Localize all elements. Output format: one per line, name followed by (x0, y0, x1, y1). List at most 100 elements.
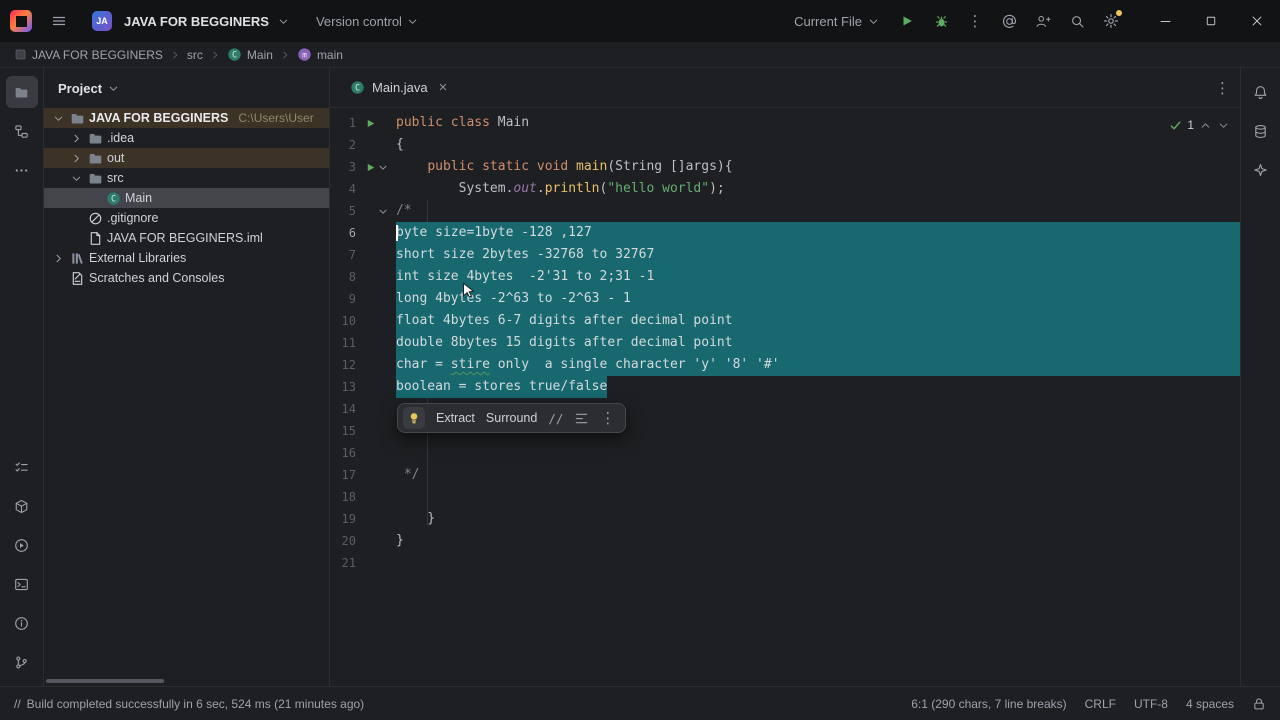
line-number[interactable]: 14 (330, 398, 356, 420)
add-user-button[interactable] (1028, 6, 1058, 36)
surround-button[interactable]: Surround (486, 411, 537, 425)
code-line[interactable]: 1 public class Main (330, 112, 1240, 134)
tree-item-out[interactable]: out (44, 148, 329, 168)
run-button[interactable] (892, 6, 922, 36)
line-number[interactable]: 20 (330, 530, 356, 552)
next-problem-icon[interactable] (1217, 119, 1230, 132)
code-line[interactable]: 8 int size 4bytes -2'31 to 2;31 -1 (330, 266, 1240, 288)
line-number[interactable]: 12 (330, 354, 356, 376)
tree-item-java-for-begginers[interactable]: JAVA FOR BEGGINERS C:\Users\User (44, 108, 329, 128)
line-number[interactable]: 6 (330, 222, 356, 244)
more-actions-button[interactable]: ⋮ (960, 6, 990, 36)
maximize-button[interactable] (1188, 0, 1234, 42)
line-number[interactable]: 11 (330, 332, 356, 354)
breadcrumb-item-main[interactable]: m main (295, 47, 345, 62)
line-number[interactable]: 8 (330, 266, 356, 288)
chevron-right-icon[interactable] (50, 252, 66, 265)
line-number[interactable]: 19 (330, 508, 356, 530)
code-cell[interactable] (396, 552, 1240, 574)
chevron-down-icon[interactable] (107, 82, 120, 95)
at-menu-button[interactable] (994, 6, 1024, 36)
close-tab-icon[interactable]: × (439, 80, 448, 95)
code-line[interactable]: 4 System.out.println("hello world"); (330, 178, 1240, 200)
code-line[interactable]: 5 /* (330, 200, 1240, 222)
tree-item-src[interactable]: src (44, 168, 329, 188)
code-cell[interactable] (396, 442, 1240, 464)
more-tool-button[interactable] (6, 154, 38, 186)
line-number[interactable]: 3 (330, 156, 356, 178)
search-everywhere-button[interactable] (1062, 6, 1092, 36)
notifications-tool-button[interactable] (1245, 76, 1277, 108)
code-line[interactable]: 12 char = stire only a single character '… (330, 354, 1240, 376)
project-tool-button[interactable] (5, 76, 38, 108)
code-line[interactable]: 19 } (330, 508, 1240, 530)
tree-item-idea[interactable]: .idea (44, 128, 329, 148)
file-encoding[interactable]: UTF-8 (1134, 697, 1168, 711)
run-config-selector[interactable]: Current File (794, 14, 880, 29)
code-cell[interactable]: /* (396, 200, 1240, 222)
line-number[interactable]: 15 (330, 420, 356, 442)
code-line[interactable]: 3 public static void main(String []args)… (330, 156, 1240, 178)
run-gutter-icon[interactable] (364, 162, 376, 173)
line-number[interactable]: 13 (330, 376, 356, 398)
code-line[interactable]: 20} (330, 530, 1240, 552)
code-line[interactable]: 9 long 4bytes -2^63 to -2^63 - 1 (330, 288, 1240, 310)
line-separator[interactable]: CRLF (1085, 697, 1116, 711)
comment-block-button[interactable] (574, 411, 589, 426)
code-cell[interactable]: char = stire only a single character 'y'… (396, 354, 1240, 376)
database-tool-button[interactable] (1245, 115, 1277, 147)
code-cell[interactable]: } (396, 508, 1240, 530)
prev-problem-icon[interactable] (1199, 119, 1212, 132)
code-cell[interactable]: int size 4bytes -2'31 to 2;31 -1 (396, 266, 1240, 288)
version-control-tool-button[interactable] (6, 646, 38, 678)
line-number[interactable]: 18 (330, 486, 356, 508)
terminal-tool-button[interactable] (6, 568, 38, 600)
tree-item-gitignore[interactable]: .gitignore (44, 208, 329, 228)
code-cell[interactable]: short size 2bytes -32768 to 32767 (396, 244, 1240, 266)
code-cell[interactable]: public static void main(String []args){ (396, 156, 1240, 178)
indent-config[interactable]: 4 spaces (1186, 697, 1234, 711)
debug-button[interactable] (926, 6, 956, 36)
line-number[interactable]: 7 (330, 244, 356, 266)
build-status-message[interactable]: // Build completed successfully in 6 sec… (14, 697, 364, 711)
code-line[interactable]: 7 short size 2bytes -32768 to 32767 (330, 244, 1240, 266)
extract-button[interactable]: Extract (436, 411, 475, 425)
tree-item-scratches-and-consoles[interactable]: Scratches and Consoles (44, 268, 329, 288)
tree-item-main[interactable]: C Main (44, 188, 329, 208)
code-line[interactable]: 11 double 8bytes 15 digits after decimal … (330, 332, 1240, 354)
tab-main-java[interactable]: C Main.java × (340, 68, 457, 108)
line-number[interactable]: 17 (330, 464, 356, 486)
tab-options-button[interactable]: ⋮ (1215, 79, 1230, 97)
popup-more-button[interactable]: ⋮ (600, 409, 615, 427)
line-number[interactable]: 2 (330, 134, 356, 156)
close-button[interactable] (1234, 0, 1280, 42)
intellij-logo-icon[interactable] (10, 10, 32, 32)
code-cell[interactable]: double 8bytes 15 digits after decimal po… (396, 332, 1240, 354)
code-line[interactable]: 6 byte size=1byte -128 ,127 (330, 222, 1240, 244)
ai-assistant-tool-button[interactable] (1245, 154, 1277, 186)
code-cell[interactable]: public class Main (396, 112, 1240, 134)
build-tool-button[interactable] (6, 490, 38, 522)
horizontal-scrollbar[interactable] (46, 679, 164, 683)
chevron-right-icon[interactable] (68, 152, 84, 165)
services-tool-button[interactable] (6, 529, 38, 561)
code-cell[interactable]: long 4bytes -2^63 to -2^63 - 1 (396, 288, 1240, 310)
structure-tool-button[interactable] (6, 115, 38, 147)
chevron-down-icon[interactable] (50, 112, 66, 125)
comment-line-button[interactable]: // (548, 411, 563, 426)
line-number[interactable]: 9 (330, 288, 356, 310)
code-cell[interactable]: float 4bytes 6-7 digits after decimal po… (396, 310, 1240, 332)
minimize-button[interactable] (1142, 0, 1188, 42)
line-number[interactable]: 21 (330, 552, 356, 574)
code-line[interactable]: 21 (330, 552, 1240, 574)
breadcrumb-item-main[interactable]: C Main (225, 47, 275, 62)
code-cell[interactable]: System.out.println("hello world"); (396, 178, 1240, 200)
chevron-right-icon[interactable] (68, 132, 84, 145)
code-cell[interactable]: { (396, 134, 1240, 156)
fold-icon[interactable] (377, 161, 389, 174)
line-number[interactable]: 1 (330, 112, 356, 134)
run-gutter-icon[interactable] (364, 118, 376, 129)
breadcrumb-item-src[interactable]: src (185, 48, 205, 62)
version-control-menu[interactable]: Version control (316, 14, 419, 29)
readonly-lock-icon[interactable] (1252, 697, 1266, 711)
